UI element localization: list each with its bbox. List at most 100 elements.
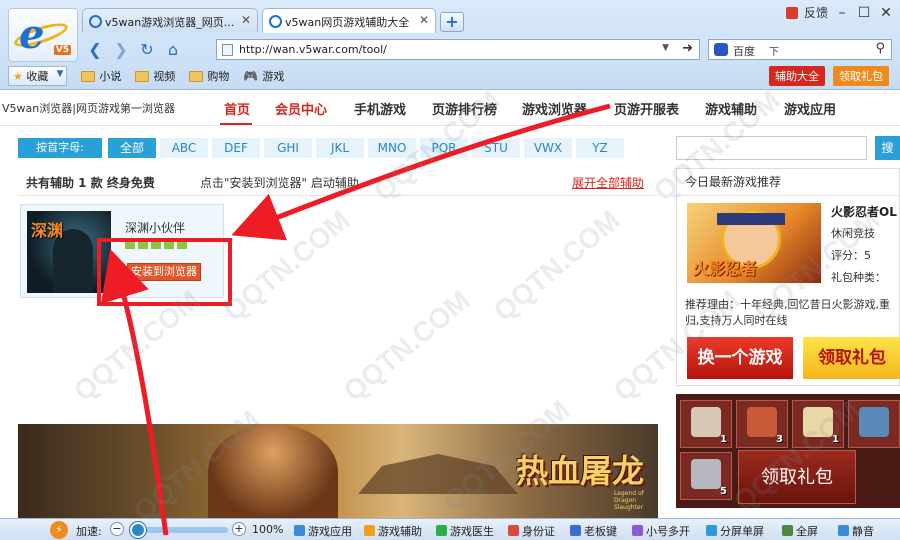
browser-logo[interactable]: e V5 [8,8,78,62]
status-multi-open[interactable]: 小号多开 [632,523,690,539]
helpers-all-button[interactable]: 辅助大全 [769,66,825,86]
recommended-game-thumbnail[interactable]: 火影忍者 [687,203,821,283]
nav-game-helpers[interactable]: 游戏辅助 [705,99,757,118]
letter-pqr[interactable]: PQR [420,138,468,158]
go-arrow-icon[interactable]: ➜ [682,41,693,56]
gift-item-slot[interactable]: 5 [680,452,732,500]
banner-palace [358,454,518,494]
favorites-button[interactable]: ★ 收藏 ▼ [8,66,68,86]
speed-icon[interactable]: ⚡ [50,521,68,539]
status-bar: ⚡ 加速: − + 100% 游戏应用 游戏辅助 游戏医生 身份证 老板键 小号… [0,518,900,540]
zoom-level: 100% [252,523,284,536]
gift-item-icon [691,459,721,489]
favorite-label: 视频 [153,70,176,83]
gift-pack-claim-button[interactable]: 领取礼包 [738,450,856,504]
site-brand[interactable]: V5wan浏览器|网页游戏第一浏览器 [2,100,175,116]
helper-list-header: 共有辅助 1 款 终身免费 点击"安装到浏览器" 启动辅助 展开全部辅助 [18,168,658,196]
panel-title: 今日最新游戏推荐 [685,175,782,189]
letter-mno[interactable]: MNO [368,138,416,158]
engine-dropdown-icon[interactable]: 下 [769,43,779,58]
favorite-novel[interactable]: 小说 [81,68,121,84]
close-window-icon[interactable]: ✕ [878,5,894,21]
address-bar[interactable]: http://wan.v5war.com/tool/ ▼ ➜ [216,39,700,60]
nav-game-apps[interactable]: 游戏应用 [784,99,836,118]
favorite-games[interactable]: 🎮 游戏 [243,68,284,84]
nav-mobile-games[interactable]: 手机游戏 [354,99,406,118]
watermark-text: QQTN.COM [337,284,476,407]
gift-item-count: 3 [776,434,783,445]
site-search-button[interactable]: 搜 [875,136,900,160]
doctor-icon [436,525,447,536]
claim-gift-toolbar-button[interactable]: 领取礼包 [833,66,889,86]
gift-item-count: 5 [720,486,727,497]
refresh-icon[interactable]: ↻ [136,40,158,59]
gift-item-slot[interactable]: 1 [792,400,844,448]
status-item-label: 全屏 [796,525,818,538]
letter-vwx[interactable]: VWX [524,138,572,158]
close-tab-icon[interactable]: ✕ [241,13,251,27]
watermark-text: QQTN.COM [487,204,626,327]
tab-helpers[interactable]: v5wan网页游戏辅助大全 ✕ [262,8,436,33]
status-item-label: 游戏医生 [450,525,494,538]
expand-all-link[interactable]: 展开全部辅助 [572,174,644,191]
install-hint: 点击"安装到浏览器" 启动辅助 [200,176,359,190]
letter-ghi[interactable]: GHI [264,138,312,158]
favorite-shopping[interactable]: 购物 [189,68,229,84]
tab-label: v5wan网页游戏辅助大全 [285,16,410,29]
gift-item-icon [691,407,721,437]
address-dropdown-icon[interactable]: ▼ [662,43,669,53]
letter-all[interactable]: 全部 [108,138,156,158]
status-boss-key[interactable]: 老板键 [570,523,617,539]
letter-jkl[interactable]: JKL [316,138,364,158]
back-icon[interactable]: ❮ [84,40,106,59]
headband [717,213,785,225]
gift-item-slot[interactable] [848,400,900,448]
home-icon[interactable]: ⌂ [162,40,184,59]
nav-home[interactable]: 首页 [224,99,250,118]
forward-icon[interactable]: ❯ [110,40,132,59]
new-tab-button[interactable]: + [440,12,464,32]
maximize-icon[interactable]: ☐ [856,5,872,21]
zoom-out-button[interactable]: − [110,522,124,536]
status-fullscreen[interactable]: 全屏 [782,523,818,539]
status-mute[interactable]: 静音 [838,523,874,539]
letter-yz[interactable]: YZ [576,138,624,158]
gift-item-slot[interactable]: 3 [736,400,788,448]
tab-favicon-icon [269,15,282,28]
feedback-link[interactable]: 反馈 [804,4,828,21]
zoom-slider-handle[interactable] [130,522,146,538]
another-game-button[interactable]: 换一个游戏 [687,337,793,379]
status-id-card[interactable]: 身份证 [508,523,555,539]
status-item-label: 小号多开 [646,525,690,538]
search-box[interactable]: 百度 下 ⚲ [708,39,892,60]
nav-server-list[interactable]: 页游开服表 [614,99,679,118]
zoom-in-button[interactable]: + [232,522,246,536]
site-search-input[interactable] [676,136,867,160]
search-icon[interactable]: ⚲ [875,41,885,56]
claim-gift-button[interactable]: 领取礼包 [803,337,900,379]
status-item-label: 老板键 [584,525,617,538]
recommended-game-name[interactable]: 火影忍者OL [831,203,897,220]
logo-e-icon: e [19,11,45,58]
gift-item-slot[interactable]: 1 [680,400,732,448]
address-url: http://wan.v5war.com/tool/ [239,43,387,56]
game-name[interactable]: 深渊小伙伴 [125,219,185,236]
nav-game-browser[interactable]: 游戏浏览器 [522,99,587,118]
close-tab-icon[interactable]: ✕ [419,13,429,27]
status-game-doctor[interactable]: 游戏医生 [436,523,494,539]
status-game-helpers[interactable]: 游戏辅助 [364,523,422,539]
nav-member-center[interactable]: 会员中心 [275,99,327,118]
letter-abc[interactable]: ABC [160,138,208,158]
minimize-icon[interactable]: – [834,5,850,21]
game-banner[interactable]: 热血屠龙 Legend of Dragon Slaughter [18,424,658,520]
status-item-label: 游戏辅助 [378,525,422,538]
letter-stu[interactable]: STU [472,138,520,158]
letter-def[interactable]: DEF [212,138,260,158]
status-game-apps[interactable]: 游戏应用 [294,523,352,539]
status-split-screen[interactable]: 分屏单屏 [706,523,764,539]
nav-ranking[interactable]: 页游排行榜 [432,99,497,118]
recommended-game-score: 评分：5 [831,249,871,262]
tab-game-browser[interactable]: v5wan游戏浏览器_网页... ✕ [82,8,258,32]
search-engine-label: 百度 [733,45,755,58]
favorite-video[interactable]: 视频 [135,68,175,84]
